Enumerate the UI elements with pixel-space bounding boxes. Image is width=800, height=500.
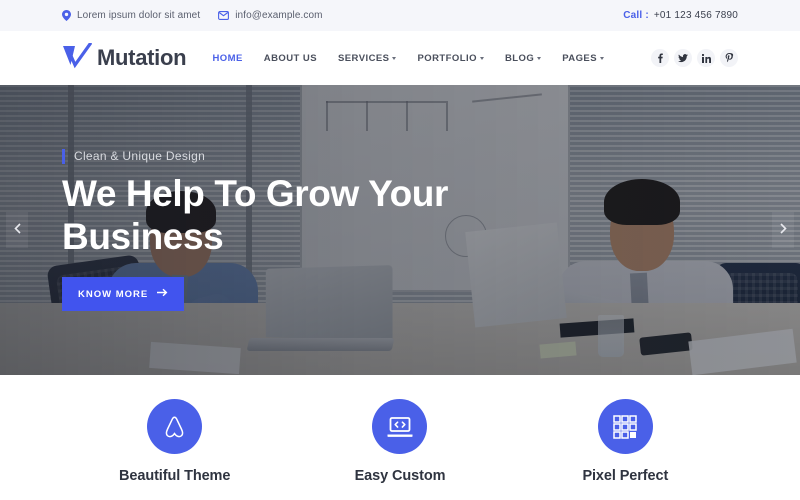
feature-label: Beautiful Theme: [119, 468, 231, 484]
facebook-icon[interactable]: [651, 49, 669, 67]
call-label: Call :: [623, 10, 649, 21]
phone-number: +01 123 456 7890: [653, 10, 738, 21]
chevron-right-icon: [779, 221, 787, 239]
checkmark-logo-icon: [62, 41, 93, 74]
accent-bar: [62, 148, 65, 164]
feature-easy-custom[interactable]: Easy Custom: [287, 399, 512, 500]
chevron-down-icon: [479, 57, 484, 60]
know-more-button[interactable]: KNOW MORE: [62, 277, 185, 312]
feature-label: Pixel Perfect: [582, 468, 669, 484]
chevron-down-icon: [600, 57, 604, 60]
topbar-location-text: Lorem ipsum dolor sit amet: [77, 10, 201, 21]
twitter-icon[interactable]: [674, 49, 692, 67]
arch-badge-icon: [147, 399, 203, 454]
nav-item-blog[interactable]: BLOG: [504, 52, 542, 64]
slider-prev-button[interactable]: [6, 212, 28, 248]
nav-item-portfolio[interactable]: PORTFOLIO: [417, 52, 484, 64]
map-pin-icon: [62, 10, 71, 21]
arrow-right-icon: [157, 288, 168, 300]
hero-subtitle-row: Clean & Unique Design: [62, 148, 738, 164]
hero-title: We Help To Grow Your Business: [62, 172, 449, 257]
top-bar: Lorem ipsum dolor sit amet info@example.…: [0, 0, 800, 31]
site-header: Mutation HOME ABOUT US SERVICES PORTFOLI…: [0, 31, 800, 85]
nav-label-services: SERVICES: [337, 52, 390, 64]
nav-label-home: HOME: [212, 52, 243, 64]
topbar-phone[interactable]: Call : +01 123 456 7890: [623, 10, 738, 21]
hero-content: Clean & Unique Design We Help To Grow Yo…: [0, 85, 800, 375]
site-logo[interactable]: Mutation: [62, 41, 187, 74]
pixel-grid-icon: [597, 399, 653, 454]
nav-item-home[interactable]: HOME: [212, 53, 242, 64]
main-navigation: HOME ABOUT US SERVICES PORTFOLIO BLOG PA…: [212, 49, 738, 67]
pinterest-icon[interactable]: [720, 49, 738, 67]
nav-label-pages: PAGES: [562, 52, 597, 64]
nav-label-about-us: ABOUT US: [263, 52, 317, 64]
nav-label-portfolio: PORTFOLIO: [417, 52, 477, 64]
feature-pixel-perfect[interactable]: Pixel Perfect: [513, 399, 738, 500]
social-links: [651, 49, 738, 67]
topbar-email[interactable]: info@example.com: [218, 10, 322, 21]
nav-item-about-us[interactable]: ABOUT US: [264, 53, 317, 64]
nav-label-blog: BLOG: [504, 52, 535, 64]
hero-subtitle: Clean & Unique Design: [74, 149, 206, 164]
chevron-down-icon: [392, 57, 397, 60]
topbar-contact-group: Lorem ipsum dolor sit amet info@example.…: [62, 10, 323, 21]
slider-next-button[interactable]: [772, 212, 794, 248]
chevron-left-icon: [13, 221, 21, 239]
topbar-location: Lorem ipsum dolor sit amet: [62, 10, 200, 21]
features-section: Beautiful Theme Easy Custom Pixel Perfec…: [0, 375, 800, 500]
laptop-code-icon: [372, 399, 428, 454]
nav-item-pages[interactable]: PAGES: [562, 53, 604, 64]
topbar-email-text: info@example.com: [235, 10, 323, 21]
hero-slider: Clean & Unique Design We Help To Grow Yo…: [0, 85, 800, 375]
feature-beautiful-theme[interactable]: Beautiful Theme: [62, 399, 287, 500]
linkedin-icon[interactable]: [697, 49, 715, 67]
logo-text: Mutation: [97, 45, 187, 70]
know-more-label: KNOW MORE: [78, 288, 149, 300]
feature-label: Easy Custom: [354, 468, 446, 484]
envelope-icon: [218, 11, 230, 20]
nav-item-services[interactable]: SERVICES: [337, 52, 397, 64]
chevron-down-icon: [537, 57, 542, 60]
